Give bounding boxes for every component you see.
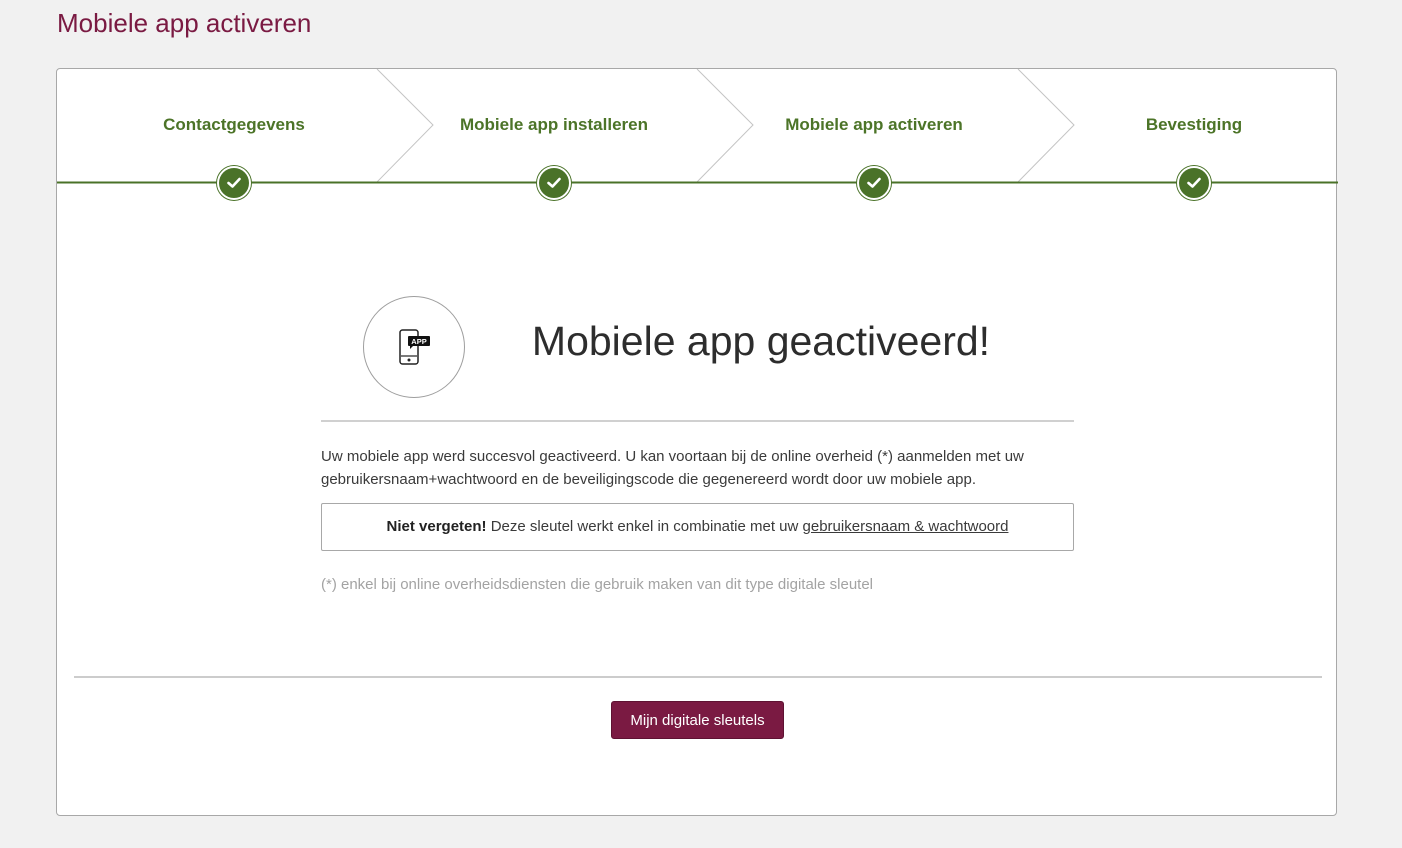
- reminder-box: Niet vergeten! Deze sleutel werkt enkel …: [321, 503, 1074, 551]
- divider: [74, 676, 1322, 678]
- activation-panel: Contactgegevens Mobiele app installeren …: [56, 68, 1338, 816]
- activation-description: Uw mobiele app werd succesvol geactiveer…: [321, 448, 1024, 488]
- reminder-strong: Niet vergeten!: [386, 518, 487, 535]
- footnote: (*) enkel bij online overheidsdiensten d…: [321, 576, 873, 593]
- my-digital-keys-button[interactable]: Mijn digitale sleutels: [611, 701, 784, 739]
- step-mobiele-app-installeren: Mobiele app installeren: [460, 115, 648, 134]
- step-contactgegevens: Contactgegevens: [163, 115, 305, 134]
- step-bevestiging: Bevestiging: [1145, 115, 1243, 134]
- check-icon: [537, 166, 571, 200]
- check-icon: [857, 166, 891, 200]
- app-badge-label: APP: [411, 337, 426, 346]
- reminder-text: Deze sleutel werkt enkel in combinatie m…: [490, 518, 799, 535]
- step-mobiele-app-activeren: Mobiele app activeren: [785, 115, 963, 134]
- divider: [321, 420, 1074, 422]
- page-title: Mobiele app activeren: [57, 8, 312, 38]
- check-icon: [1177, 166, 1211, 200]
- check-icon: [217, 166, 251, 200]
- mobile-app-icon: APP: [363, 296, 465, 398]
- success-title: Mobiele app geactiveerd!: [531, 318, 991, 364]
- username-password-link[interactable]: gebruikersnaam & wachtwoord: [803, 518, 1009, 535]
